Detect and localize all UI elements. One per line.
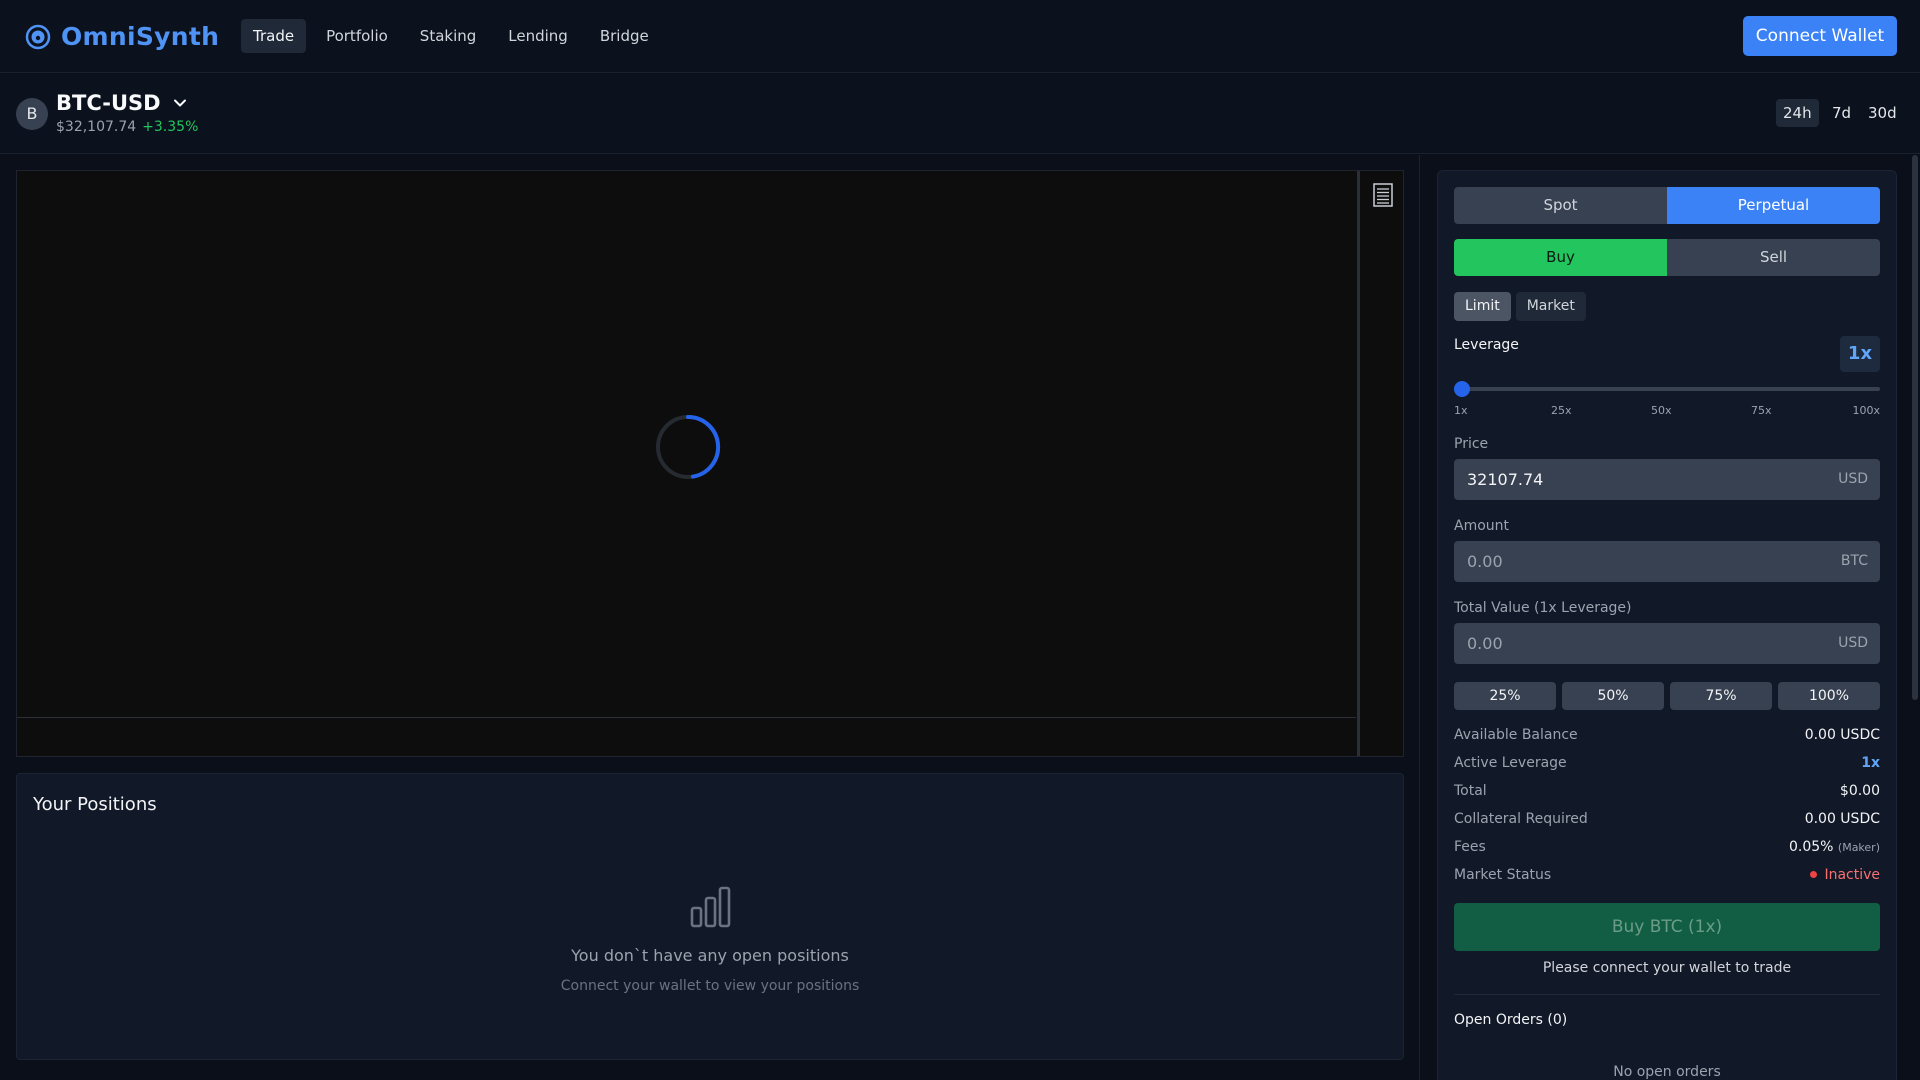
top-navigation: OmniSynth Trade Portfolio Staking Lendin… (0, 0, 1920, 73)
leverage-slider-thumb[interactable] (1454, 381, 1470, 397)
collateral-value: 0.00 USDC (1804, 811, 1880, 827)
leverage-tick: 100x (1852, 404, 1880, 417)
price-change: +3.35% (142, 119, 199, 135)
total-label: Total (1454, 783, 1487, 799)
fees-row: Fees 0.05% (Maker) (1454, 839, 1880, 859)
price-chart[interactable] (16, 170, 1404, 757)
order-type-limit[interactable]: Limit (1454, 292, 1511, 321)
active-leverage-row: Active Leverage 1x (1454, 755, 1880, 775)
collateral-row: Collateral Required 0.00 USDC (1454, 811, 1880, 831)
fees-value-group: 0.05% (Maker) (1789, 839, 1880, 855)
timeframe-7d[interactable]: 7d (1825, 99, 1858, 127)
open-orders-empty: No open orders (1613, 1064, 1721, 1080)
available-balance-row: Available Balance 0.00 USDC (1454, 727, 1880, 747)
pair-selector[interactable]: BTC-USD (56, 91, 187, 115)
available-balance-label: Available Balance (1454, 727, 1578, 743)
total-value-label: Total Value (1x Leverage) (1454, 600, 1632, 616)
nav-bridge[interactable]: Bridge (588, 19, 661, 53)
last-price: $32,107.74 (56, 119, 137, 135)
price-label: Price (1454, 436, 1489, 452)
market-header: B BTC-USD $32,107.74 +3.35% 24h 7d 30d (0, 74, 1920, 154)
amount-label: Amount (1454, 518, 1510, 534)
fees-value: 0.05% (1788, 839, 1834, 855)
leverage-label: Leverage (1454, 337, 1519, 353)
market-status-label: Market Status (1454, 867, 1552, 883)
connect-wallet-button[interactable]: Connect Wallet (1743, 16, 1897, 56)
loading-spinner-icon (656, 414, 721, 479)
percent-50-button[interactable]: 50% (1562, 682, 1664, 710)
app-logo[interactable]: OmniSynth (25, 22, 219, 51)
amount-input-placeholder: 0.00 (1467, 552, 1503, 571)
panel-divider (1419, 155, 1420, 1080)
positions-empty-message: You don`t have any open positions (571, 946, 849, 965)
logo-icon (25, 24, 51, 49)
positions-empty-subtext: Connect your wallet to view your positio… (560, 978, 860, 994)
tab-spot[interactable]: Spot (1454, 187, 1667, 224)
side-toggle: Buy Sell (1454, 239, 1880, 276)
total-row: Total $0.00 (1454, 783, 1880, 803)
status-dot-icon (1810, 870, 1818, 878)
timeframe-30d[interactable]: 30d (1861, 99, 1904, 127)
market-status-value-group: Inactive (1810, 867, 1880, 883)
chevron-down-icon (173, 99, 186, 107)
price-summary: $32,107.74 +3.35% (56, 119, 198, 135)
bar-chart-icon (690, 886, 731, 928)
leverage-tick: 50x (1651, 404, 1672, 417)
main-nav: Trade Portfolio Staking Lending Bridge (241, 19, 661, 53)
total-value: $0.00 (1839, 783, 1880, 799)
fees-note: (Maker) (1837, 841, 1880, 854)
pair-name: BTC-USD (56, 91, 161, 115)
market-status-value: Inactive (1824, 867, 1880, 883)
total-value-placeholder: 0.00 (1467, 634, 1503, 653)
ruled-list-icon[interactable] (1373, 183, 1393, 207)
amount-unit: BTC (1840, 553, 1868, 569)
tab-perpetual[interactable]: Perpetual (1667, 187, 1880, 224)
nav-staking[interactable]: Staking (408, 19, 488, 53)
positions-panel: Your Positions You don`t have any open p… (16, 773, 1404, 1060)
nav-portfolio[interactable]: Portfolio (314, 19, 400, 53)
asset-avatar: B (16, 98, 48, 130)
price-input-value: 32107.74 (1467, 470, 1544, 489)
available-balance-value: 0.00 USDC (1804, 727, 1880, 743)
active-leverage-value: 1x (1861, 755, 1880, 771)
collateral-label: Collateral Required (1454, 811, 1588, 827)
sell-tab[interactable]: Sell (1667, 239, 1880, 276)
percent-75-button[interactable]: 75% (1670, 682, 1772, 710)
nav-trade[interactable]: Trade (241, 19, 307, 53)
open-orders-title: Open Orders (0) (1454, 1012, 1568, 1028)
timeframe-24h[interactable]: 24h (1776, 99, 1819, 127)
total-value-input[interactable]: 0.00 USD (1454, 623, 1880, 664)
leverage-slider-track[interactable] (1454, 387, 1880, 391)
positions-title: Your Positions (33, 794, 157, 815)
order-type-market[interactable]: Market (1515, 292, 1586, 321)
chart-side-toolbar (1357, 171, 1403, 756)
app-name: OmniSynth (61, 22, 220, 51)
leverage-tick: 1x (1454, 404, 1468, 417)
leverage-tick: 75x (1751, 404, 1772, 417)
leverage-tick: 25x (1551, 404, 1572, 417)
percent-25-button[interactable]: 25% (1454, 682, 1556, 710)
total-value-unit: USD (1838, 635, 1868, 651)
chart-time-axis (17, 717, 1356, 718)
leverage-ticks: 1x 25x 50x 75x 100x (1454, 404, 1880, 418)
order-type-toggle: Limit Market (1454, 292, 1586, 321)
buy-tab[interactable]: Buy (1454, 239, 1667, 276)
percent-100-button[interactable]: 100% (1778, 682, 1880, 710)
submit-buy-button[interactable]: Buy BTC (1x) (1454, 903, 1880, 951)
active-leverage-label: Active Leverage (1454, 755, 1567, 771)
connect-wallet-note: Please connect your wallet to trade (1542, 960, 1792, 976)
price-unit: USD (1838, 471, 1868, 487)
market-type-toggle: Spot Perpetual (1454, 187, 1880, 224)
order-panel: Spot Perpetual Buy Sell Limit Market Lev… (1437, 170, 1897, 1080)
fees-label: Fees (1454, 839, 1486, 855)
amount-input[interactable]: 0.00 BTC (1454, 541, 1880, 582)
market-status-row: Market Status Inactive (1454, 867, 1880, 887)
nav-lending[interactable]: Lending (496, 19, 580, 53)
section-divider (1454, 994, 1880, 995)
page-scrollbar[interactable] (1912, 155, 1918, 700)
leverage-value-badge: 1x (1840, 336, 1880, 372)
price-input[interactable]: 32107.74 USD (1454, 459, 1880, 500)
